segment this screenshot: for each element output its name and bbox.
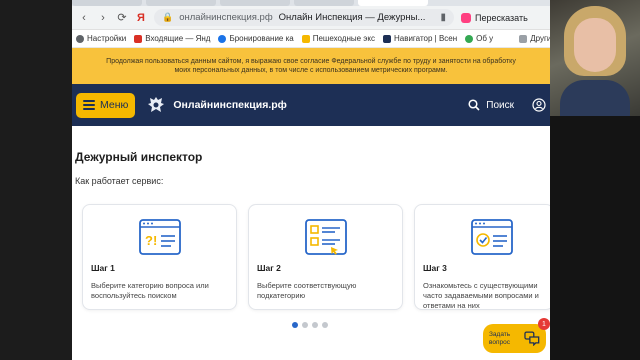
bookmark-item[interactable]: Пешеходные экс (301, 34, 375, 43)
bookmarks-bar: Настройки Входящие — Янд Бронирование ка… (72, 30, 550, 48)
mail-icon (134, 34, 143, 43)
bookmark-icon[interactable]: ▮ (440, 12, 446, 23)
site-header: Меню Онлайнинспекция.рф Поиск (72, 84, 550, 126)
search-label: Поиск (486, 99, 514, 111)
wordpress-icon (218, 34, 227, 43)
search-icon (468, 99, 480, 111)
tab-2[interactable] (146, 0, 216, 6)
navigator-icon (382, 34, 391, 43)
bookmark-item[interactable]: Настройки (76, 34, 126, 43)
ask-question-label: Задать вопрос (489, 330, 511, 346)
step-label: Шаг 1 (91, 263, 115, 273)
step-card-3[interactable]: Шаг 3 Ознакомьтесь с существующими часто… (414, 204, 550, 310)
tab-3[interactable] (220, 0, 290, 6)
globe-icon (465, 34, 474, 43)
forward-icon[interactable]: › (97, 12, 109, 24)
retell-label: Пересказать (475, 12, 528, 23)
bookmark-item[interactable]: Бронирование ка (218, 34, 294, 43)
omnibox[interactable]: 🔒 онлайнинспекция.рф Онлайн Инспекция — … (154, 9, 454, 26)
notification-badge: 1 (538, 318, 550, 330)
step-card-1[interactable]: ?! Шаг 1 Выберите категорию вопроса или … (82, 204, 237, 310)
step-label: Шаг 3 (423, 263, 447, 273)
step-description: Ознакомьтесь с существующими часто задав… (423, 281, 539, 310)
bookmark-item-other[interactable]: Другие закла (519, 34, 550, 43)
step-label: Шаг 2 (257, 263, 281, 273)
ask-question-button[interactable]: Задать вопрос 1 (483, 318, 550, 353)
chat-bubbles-icon (524, 331, 540, 346)
tab-active[interactable] (358, 0, 428, 6)
carousel-dot[interactable] (292, 322, 298, 328)
bookmark-item[interactable]: Навигатор | Всен (382, 34, 457, 43)
carousel-dot[interactable] (312, 322, 318, 328)
webcam-overlay (550, 0, 640, 360)
carousel-dot[interactable] (302, 322, 308, 328)
back-icon[interactable]: ‹ (78, 12, 90, 24)
carousel-dot[interactable] (322, 322, 328, 328)
bookmark-item[interactable]: Входящие — Янд (134, 34, 210, 43)
carousel-dots (292, 322, 328, 328)
hamburger-icon (83, 100, 95, 110)
step-description: Выберите категорию вопроса или воспользу… (91, 281, 209, 300)
tab-4[interactable] (294, 0, 354, 6)
retell-button[interactable]: Пересказать (461, 12, 528, 23)
retell-icon (461, 12, 471, 23)
user-icon[interactable] (532, 98, 546, 112)
webcam-feed (550, 0, 640, 116)
check-window-icon (471, 219, 513, 255)
page-title: Дежурный инспектор (75, 150, 203, 164)
browser-window: ‹ › ⟳ Я 🔒 онлайнинспекция.рф Онлайн Инсп… (72, 0, 550, 360)
reload-icon[interactable]: ⟳ (116, 11, 128, 24)
tab-strip (72, 0, 550, 6)
cookie-notice-text: Продолжая пользоваться данным сайтом, я … (106, 58, 516, 74)
menu-button[interactable]: Меню (76, 92, 136, 118)
search-button[interactable]: Поиск (468, 99, 514, 111)
yandex-icon[interactable]: Я (135, 12, 147, 24)
svg-text:?!: ?! (145, 233, 157, 248)
menu-label: Меню (100, 99, 129, 111)
page-title-in-omnibox: Онлайн Инспекция — Дежурны... (278, 12, 426, 23)
main-content: Дежурный инспектор Как работает сервис: … (72, 126, 550, 359)
page-subtitle: Как работает сервис: (75, 176, 164, 186)
settings-icon (76, 34, 84, 43)
url-text: онлайнинспекция.рф (179, 12, 273, 23)
site-name[interactable]: Онлайнинспекция.рф (173, 99, 286, 111)
cookie-notice: Продолжая пользоваться данным сайтом, я … (72, 48, 550, 84)
question-window-icon: ?! (139, 219, 181, 255)
hike-icon (301, 34, 310, 43)
checklist-form-icon (305, 219, 347, 255)
step-card-2[interactable]: Шаг 2 Выберите соответствующую подкатего… (248, 204, 403, 310)
left-dark-strip (0, 0, 72, 360)
eagle-emblem-icon (148, 97, 165, 112)
step-description: Выберите соответствующую подкатегорию (257, 281, 357, 300)
folder-icon (519, 34, 528, 43)
tab-1[interactable] (72, 0, 142, 6)
lock-icon: 🔒 (162, 12, 174, 22)
bookmark-item[interactable]: Об у (465, 34, 493, 43)
address-bar: ‹ › ⟳ Я 🔒 онлайнинспекция.рф Онлайн Инсп… (72, 6, 550, 30)
